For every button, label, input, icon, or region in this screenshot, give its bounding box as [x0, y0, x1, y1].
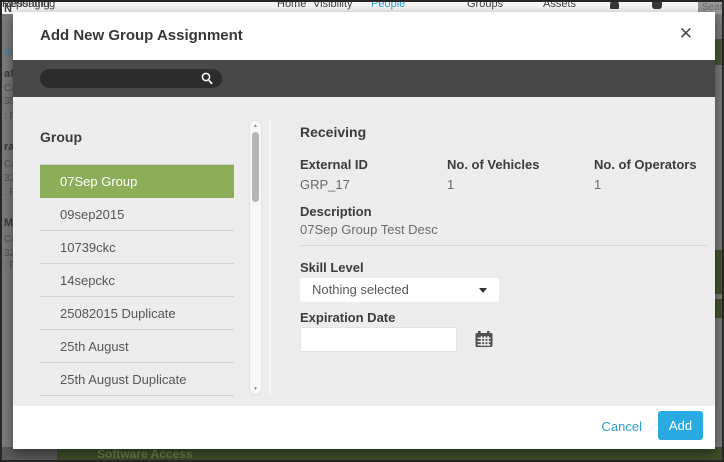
- scrollbar-thumb[interactable]: [252, 132, 259, 202]
- background-text-fragment: af: [4, 68, 13, 80]
- background-strip: [2, 447, 57, 462]
- chevron-down-icon: [479, 288, 487, 293]
- scroll-down-icon[interactable]: ▼: [250, 386, 261, 392]
- nav-item[interactable]: Visibility: [313, 2, 353, 10]
- group-list-item[interactable]: 14sepckc: [40, 264, 234, 297]
- group-list-item[interactable]: 25th August: [40, 330, 234, 363]
- expiration-date-label: Expiration Date: [300, 310, 395, 325]
- group-list-item[interactable]: 10739ckc: [40, 231, 234, 264]
- field-label: No. of Vehicles: [447, 157, 539, 172]
- group-panel-heading: Group: [40, 129, 82, 145]
- nav-item[interactable]: Groups: [467, 2, 503, 10]
- calendar-icon[interactable]: [475, 331, 493, 348]
- dialog-title: Add New Group Assignment: [40, 27, 243, 44]
- group-list-item[interactable]: 07Sep Group: [40, 165, 234, 198]
- group-search-input[interactable]: [50, 69, 200, 88]
- bell-icon[interactable]: [610, 2, 619, 9]
- field-value: 1: [594, 177, 697, 192]
- field-value: 1: [447, 177, 539, 192]
- background-text-fragment: ra: [4, 141, 13, 153]
- add-group-assignment-dialog: Add New Group Assignment ✕ Group 07Sep G…: [13, 12, 715, 449]
- background-text-fragment: 35: [4, 96, 13, 107]
- group-list-item[interactable]: 25th August Duplicate: [40, 363, 234, 396]
- nav-item[interactable]: Assets: [543, 2, 576, 10]
- group-list: 07Sep Group09sep201510739ckc14sepckc2508…: [40, 164, 234, 396]
- group-list-scrollbar[interactable]: ▲ ▼: [249, 120, 262, 395]
- receiving-fields: External ID GRP_17 No. of Vehicles 1 No.…: [300, 157, 700, 197]
- dialog-header: Add New Group Assignment ✕: [13, 12, 715, 60]
- nav-item[interactable]: People: [371, 2, 405, 10]
- scroll-up-icon[interactable]: ▲: [250, 123, 261, 129]
- skill-level-select[interactable]: Nothing selected: [300, 278, 499, 302]
- add-button[interactable]: Add: [658, 411, 703, 440]
- dialog-search-band: [13, 60, 715, 97]
- expiration-date-input[interactable]: [300, 327, 457, 352]
- background-text-fragment: N: [4, 3, 13, 15]
- background-text-fragment: : F: [4, 187, 13, 198]
- description-value: 07Sep Group Test Desc: [300, 222, 438, 237]
- close-icon[interactable]: ✕: [679, 25, 693, 42]
- background-text-fragment: 32: [4, 248, 13, 259]
- group-list-item[interactable]: 25082015 Duplicate: [40, 297, 234, 330]
- gear-icon[interactable]: [652, 2, 662, 9]
- field-value: GRP_17: [300, 177, 368, 192]
- group-search-box[interactable]: [40, 69, 222, 88]
- skill-level-label: Skill Level: [300, 260, 364, 275]
- background-text-fragment: Ca: [4, 83, 13, 94]
- background-text-fragment: 32: [4, 173, 13, 184]
- group-list-item[interactable]: 09sep2015: [40, 198, 234, 231]
- field-label: No. of Operators: [594, 157, 697, 172]
- section-divider: [300, 245, 707, 246]
- cancel-button[interactable]: Cancel: [602, 419, 642, 434]
- background-text-fragment: : F: [4, 111, 13, 122]
- background-text-fragment: dit: [4, 47, 13, 58]
- panel-divider: [269, 120, 271, 395]
- receiving-field: No. of Vehicles 1: [447, 157, 539, 192]
- background-text-fragment: M: [4, 217, 13, 229]
- nav-item[interactable]: Home: [277, 2, 306, 10]
- receiving-field: No. of Operators 1: [594, 157, 697, 192]
- background-text-fragment: Ca: [4, 234, 13, 245]
- field-label: External ID: [300, 157, 368, 172]
- receiving-field: External ID GRP_17: [300, 157, 368, 192]
- description-label: Description: [300, 204, 372, 219]
- software-access-row: Software Access: [57, 447, 722, 462]
- background-text-fragment: : F: [4, 260, 13, 271]
- dialog-body: Group 07Sep Group09sep201510739ckc14sepc…: [13, 97, 715, 406]
- screenshot-frame: HomeVisibilityPeopleGroupsAssetsMessagin…: [0, 0, 724, 462]
- dialog-footer: Cancel Add: [13, 406, 715, 449]
- receiving-heading: Receiving: [300, 124, 366, 140]
- search-icon: [201, 72, 213, 85]
- skill-level-value: Nothing selected: [312, 278, 409, 302]
- background-text-fragment: Ca: [4, 159, 13, 170]
